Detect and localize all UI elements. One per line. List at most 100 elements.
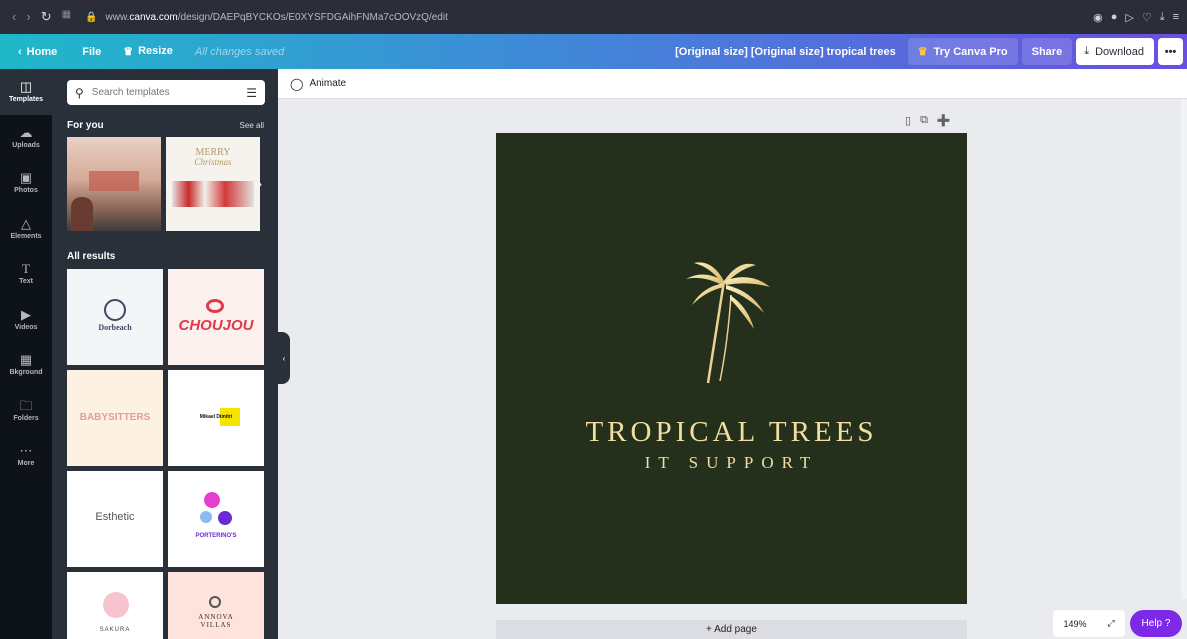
- canvas-scrollbar[interactable]: [1181, 99, 1187, 599]
- heart-icon[interactable]: ♡: [1142, 11, 1152, 24]
- notes-icon[interactable]: ▯: [905, 114, 911, 127]
- filter-icon[interactable]: ☰: [246, 86, 257, 100]
- template-card[interactable]: BABYSITTERS: [67, 370, 163, 466]
- side-rail: ◫ Templates ☁ Uploads ▣ Photos △ Element…: [0, 69, 52, 639]
- browser-nav: ‹ › ↻ ▦: [12, 9, 71, 25]
- save-status: All changes saved: [194, 45, 285, 58]
- file-menu[interactable]: File: [82, 46, 101, 58]
- page-actions: ▯ ⧉ ➕: [905, 114, 951, 127]
- url-text: www.canva.com/design/DAEPqBYCKOs/E0XYSFD…: [105, 11, 448, 23]
- template-card-text: BABYSITTERS: [79, 412, 151, 423]
- play-extension-icon[interactable]: ▷: [1125, 11, 1133, 24]
- crown-icon: ♛: [123, 46, 134, 58]
- try-canva-pro-button[interactable]: ♛ Try Canva Pro: [907, 38, 1018, 65]
- for-you-template-beach[interactable]: [67, 137, 161, 231]
- folder-icon: 🗀: [19, 397, 33, 413]
- palm-tree-logo[interactable]: [684, 261, 774, 386]
- design-title-text[interactable]: TROPICAL TREES: [496, 416, 967, 449]
- christmas-script: Christmas: [194, 157, 232, 167]
- toolbar-right: [Original size] [Original size] tropical…: [675, 38, 1183, 65]
- share-button[interactable]: Share: [1021, 38, 1073, 65]
- spiral-logo-icon: [209, 596, 221, 608]
- template-card-text: Mikael Dimitri: [199, 414, 233, 420]
- menu-icon[interactable]: ≡: [1173, 11, 1179, 24]
- pink-circle: [204, 492, 220, 508]
- browser-extensions: ◉ ● ▷ ♡ ⤓ ≡: [1093, 11, 1179, 24]
- for-you-heading: For you: [67, 120, 104, 131]
- browser-bar: ‹ › ↻ ▦ 🔒 www.canva.com/design/DAEPqBYCK…: [0, 0, 1187, 34]
- apps-grid-icon[interactable]: ▦: [62, 9, 71, 25]
- rail-item-videos[interactable]: ▶ Videos: [0, 297, 52, 343]
- more-dots-icon: ⋯: [19, 443, 33, 459]
- rail-item-elements[interactable]: △ Elements: [0, 206, 52, 252]
- add-page-icon[interactable]: ➕: [937, 114, 951, 127]
- template-card-text: ANNOVA VILLAS: [198, 613, 234, 629]
- crown-icon: ♛: [917, 46, 928, 58]
- download-icon: ⤓: [1084, 45, 1090, 57]
- template-card-text: PORTERINO'S: [195, 533, 237, 539]
- home-button[interactable]: ‹ Home: [18, 46, 57, 58]
- animate-button[interactable]: Animate: [309, 78, 346, 89]
- template-card[interactable]: Dorbeach: [67, 269, 163, 365]
- animate-bar: ◯ Animate: [278, 69, 1187, 99]
- animate-icon: ◯: [290, 76, 304, 91]
- design-subtitle-text[interactable]: IT SUPPORT: [496, 453, 967, 473]
- carousel-next-icon[interactable]: ›: [258, 177, 262, 191]
- see-all-link[interactable]: See all: [240, 121, 264, 130]
- add-page-button[interactable]: + Add page: [496, 620, 967, 639]
- person-silhouette: [71, 197, 93, 231]
- template-card[interactable]: Mikael Dimitri: [168, 370, 264, 466]
- template-card[interactable]: SAKURA: [67, 572, 163, 639]
- choujou-sushi-icon: [206, 299, 224, 313]
- video-icon: ▶: [21, 306, 31, 322]
- zoom-control[interactable]: 149% ⤢: [1053, 610, 1125, 637]
- collapse-panel-button[interactable]: ‹: [278, 332, 290, 384]
- zoom-level[interactable]: 149%: [1063, 619, 1086, 629]
- text-icon: T: [22, 261, 30, 277]
- design-artboard[interactable]: TROPICAL TREES IT SUPPORT: [496, 133, 967, 604]
- dorbeach-logo-icon: [104, 299, 126, 321]
- all-results-heading: All results: [67, 251, 116, 262]
- search-icon: ⚲: [75, 85, 84, 100]
- document-title[interactable]: [Original size] [Original size] tropical…: [675, 46, 896, 58]
- templates-icon: ◫: [19, 79, 33, 95]
- photo-icon: ▣: [19, 170, 33, 186]
- rail-item-more[interactable]: ⋯ More: [0, 433, 52, 479]
- address-bar[interactable]: 🔒 www.canva.com/design/DAEPqBYCKOs/E0XYS…: [85, 12, 448, 23]
- template-card[interactable]: PORTERINO'S: [168, 471, 264, 567]
- duplicate-page-icon[interactable]: ⧉: [920, 114, 928, 127]
- camera-extension-icon[interactable]: ◉: [1093, 11, 1103, 24]
- rail-item-text[interactable]: T Text: [0, 251, 52, 297]
- template-text-box: [89, 171, 139, 191]
- chevron-left-icon: ‹: [18, 45, 22, 58]
- reload-icon[interactable]: ↻: [41, 9, 52, 25]
- download-browser-icon[interactable]: ⤓: [1160, 11, 1165, 24]
- download-button[interactable]: ⤓ Download: [1076, 38, 1154, 65]
- help-button[interactable]: Help ?: [1130, 610, 1182, 637]
- rail-item-folders[interactable]: 🗀 Folders: [0, 388, 52, 434]
- templates-panel: ⚲ ☰ For you See all MERRY Christmas › Al…: [52, 69, 278, 639]
- template-card[interactable]: CHOUJOU: [168, 269, 264, 365]
- chevron-left-icon: ‹: [282, 353, 286, 363]
- upload-cloud-icon: ☁: [19, 124, 33, 140]
- template-card[interactable]: ANNOVA VILLAS: [168, 572, 264, 639]
- blue-circle: [200, 511, 212, 523]
- back-icon[interactable]: ‹: [12, 9, 16, 25]
- search-input[interactable]: [91, 87, 232, 98]
- more-dots-icon: •••: [1164, 45, 1177, 58]
- resize-button[interactable]: ♛ Resize: [123, 45, 173, 58]
- for-you-template-christmas[interactable]: MERRY Christmas: [166, 137, 260, 231]
- template-card-text: SAKURA: [99, 627, 131, 633]
- forward-icon[interactable]: ›: [26, 9, 30, 25]
- rail-item-templates[interactable]: ◫ Templates: [0, 69, 52, 115]
- fullscreen-icon[interactable]: ⤢: [1107, 618, 1114, 629]
- rail-item-photos[interactable]: ▣ Photos: [0, 160, 52, 206]
- shield-extension-icon[interactable]: ●: [1111, 11, 1118, 24]
- template-card[interactable]: Esthetic: [67, 471, 163, 567]
- elements-icon: △: [21, 215, 31, 231]
- rail-item-background[interactable]: ▦ Bkground: [0, 342, 52, 388]
- lock-icon: 🔒: [85, 11, 98, 23]
- rail-item-uploads[interactable]: ☁ Uploads: [0, 115, 52, 161]
- more-options-button[interactable]: •••: [1158, 38, 1183, 65]
- template-search: ⚲ ☰: [67, 80, 265, 105]
